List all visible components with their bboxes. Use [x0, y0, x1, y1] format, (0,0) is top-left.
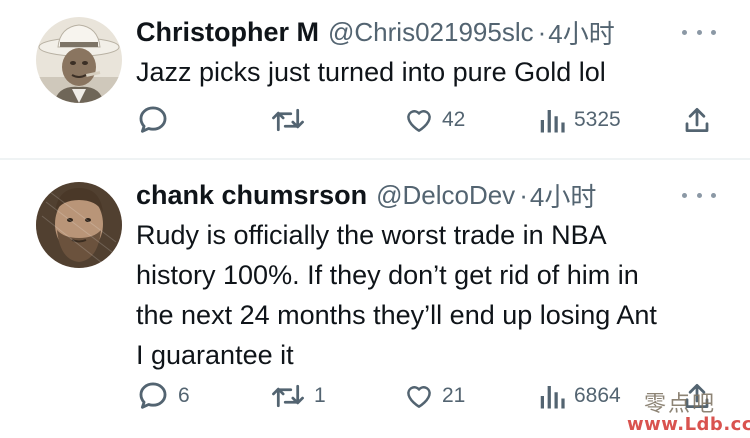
- display-name[interactable]: Christopher M: [136, 17, 319, 48]
- like-button[interactable]: 42: [404, 100, 465, 140]
- user-handle[interactable]: @DelcoDev: [376, 180, 515, 211]
- tweet-actions: 42 5325: [0, 100, 750, 140]
- views-button[interactable]: 5325: [538, 100, 621, 140]
- avatar[interactable]: [36, 17, 122, 103]
- tweet-header: Christopher M @Chris021995slc · 4小时: [136, 12, 615, 52]
- analytics-bars-icon: [540, 386, 565, 409]
- retweet-button[interactable]: [270, 100, 314, 140]
- reply-count: 6: [178, 384, 190, 407]
- view-count: 5325: [574, 108, 621, 131]
- tweet-feed: Christopher M @Chris021995slc · 4小时 Jazz…: [0, 0, 750, 438]
- separator-dot: ·: [537, 16, 547, 47]
- tweet-header: chank chumsrson @DelcoDev · 4小时: [136, 175, 596, 215]
- share-icon: [685, 108, 709, 132]
- analytics-bars-icon: [540, 110, 565, 133]
- cowboy-avatar-icon: [36, 17, 122, 103]
- retweet-count: 1: [314, 384, 326, 407]
- more-options-icon[interactable]: [682, 185, 716, 205]
- like-button[interactable]: 21: [404, 376, 465, 416]
- reply-icon: [139, 106, 167, 133]
- timestamp[interactable]: 4小时: [548, 14, 614, 51]
- view-count: 6864: [574, 384, 621, 407]
- heart-icon: [407, 110, 431, 132]
- user-handle[interactable]: @Chris021995slc: [328, 17, 534, 48]
- retweet-icon: [272, 384, 304, 408]
- tweet[interactable]: chank chumsrson @DelcoDev · 4小时 Rudy is …: [0, 160, 750, 438]
- retweet-button[interactable]: 1: [270, 376, 326, 416]
- like-count: 42: [442, 108, 466, 131]
- reply-button[interactable]: [136, 100, 178, 140]
- tweet-text: Jazz picks just turned into pure Gold lo…: [136, 57, 606, 87]
- more-options-icon[interactable]: [682, 22, 716, 42]
- reply-icon: [139, 382, 167, 409]
- like-count: 21: [442, 384, 466, 407]
- watermark-url: www.Ldb.cc: [627, 414, 750, 435]
- separator-dot: ·: [519, 179, 528, 210]
- retweet-icon: [272, 108, 304, 132]
- reply-button[interactable]: 6: [136, 376, 190, 416]
- avatar[interactable]: [36, 182, 122, 268]
- tweet-actions: 6 1 21 6864: [0, 376, 750, 416]
- timestamp[interactable]: 4小时: [530, 177, 596, 214]
- heart-icon: [407, 386, 431, 408]
- tweet[interactable]: Christopher M @Chris021995slc · 4小时 Jazz…: [0, 0, 750, 158]
- tweet-text: Rudy is officially the worst trade in NB…: [136, 220, 657, 370]
- views-button[interactable]: 6864: [538, 376, 621, 416]
- share-button[interactable]: [682, 100, 712, 140]
- bearded-man-avatar-icon: [36, 182, 122, 268]
- display-name[interactable]: chank chumsrson: [136, 180, 367, 211]
